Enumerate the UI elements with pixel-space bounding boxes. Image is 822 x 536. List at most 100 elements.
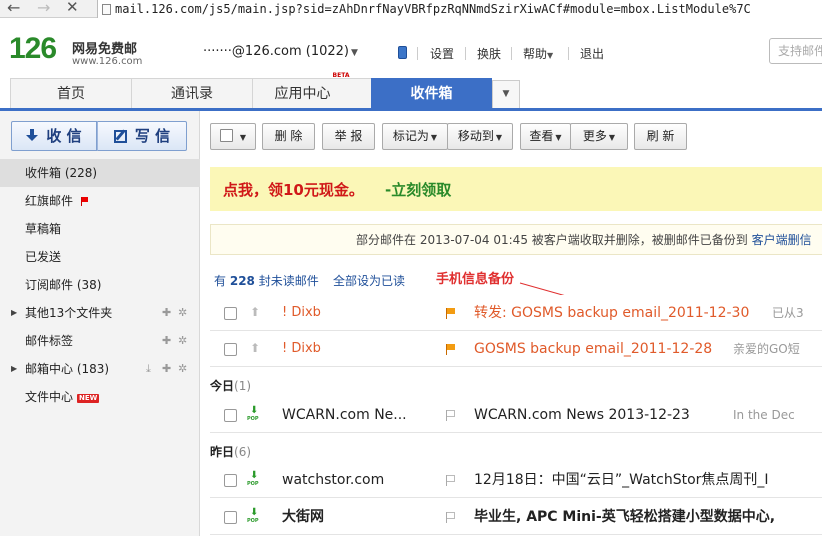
gear-icon[interactable]: ✲: [178, 327, 187, 355]
mail-row[interactable]: ⬇ POP WCARN.com Ne... WCARN.com News 2013…: [210, 397, 822, 433]
add-icon[interactable]: ✚: [162, 327, 171, 355]
url-field[interactable]: mail.126.com/js5/main.jsp?sid=zAhDnrfNay…: [97, 0, 822, 18]
deletion-notice: 部分邮件在 2013-07-04 01:45 被客户端收取并删除，被删邮件已备份…: [210, 224, 822, 255]
sidebar-item-label: 订阅邮件 (38): [25, 278, 102, 292]
settings-link[interactable]: 设置: [430, 45, 454, 62]
mail-checkbox[interactable]: [224, 409, 237, 422]
logo-number[interactable]: 126: [9, 33, 57, 65]
mark-as-button[interactable]: 标记为 ▼: [382, 123, 448, 150]
chevron-down-icon: ▼: [495, 133, 503, 142]
receive-label: 收 信: [46, 127, 82, 145]
receive-button[interactable]: 收 信: [11, 121, 97, 151]
select-all-dropdown[interactable]: ▼: [210, 123, 256, 150]
tab-more-dropdown[interactable]: ▼: [492, 80, 520, 109]
compose-button[interactable]: 写 信: [97, 121, 187, 151]
gear-icon[interactable]: ✲: [178, 355, 187, 383]
mail-row[interactable]: ⬆ ! Dixb GOSMS backup email_2011-12-28 亲…: [210, 331, 822, 367]
mail-preview: 已从3: [772, 306, 804, 320]
flag-icon[interactable]: [446, 308, 456, 319]
tab-app-center[interactable]: 应用中心BETA: [252, 72, 372, 109]
mail-checkbox[interactable]: [224, 307, 237, 320]
mail-preview: In the Dec: [733, 408, 795, 422]
promo-text[interactable]: 点我，领10元现金。: [223, 179, 364, 200]
select-all-checkbox[interactable]: [219, 129, 233, 142]
tab-inbox[interactable]: 收件箱: [371, 78, 492, 109]
divider: [465, 47, 466, 60]
promo-link[interactable]: -立刻领取: [385, 179, 451, 200]
gear-icon[interactable]: ✲: [178, 299, 187, 327]
url-text: mail.126.com/js5/main.jsp?sid=zAhDnrfNay…: [115, 2, 751, 16]
sidebar-item-subscriptions[interactable]: 订阅邮件 (38): [0, 271, 200, 299]
client-deleted-link[interactable]: 客户端删信: [752, 233, 812, 247]
priority-icon: ⬆: [250, 341, 261, 355]
mail-checkbox[interactable]: [224, 511, 237, 524]
add-icon[interactable]: ✚: [162, 299, 171, 327]
sidebar-item-flagged[interactable]: 红旗邮件: [0, 187, 200, 215]
sidebar-item-inbox[interactable]: 收件箱 (228): [0, 159, 200, 187]
logout-link[interactable]: 退出: [580, 45, 604, 62]
sidebar-item-labels[interactable]: 邮件标签 ✚ ✲: [0, 327, 200, 355]
report-button[interactable]: 举 报: [322, 123, 375, 150]
flag-icon[interactable]: [446, 475, 456, 486]
back-icon[interactable]: ←: [7, 0, 20, 17]
new-badge: NEW: [77, 394, 100, 403]
support-search-input[interactable]: 支持邮件: [769, 38, 822, 64]
phone-icon[interactable]: [398, 46, 407, 59]
annotation-label: 手机信息备份: [436, 272, 515, 287]
expand-icon[interactable]: ▶: [11, 299, 17, 327]
sidebar-item-drafts[interactable]: 草稿箱: [0, 215, 200, 243]
tab-home[interactable]: 首页: [10, 78, 132, 109]
divider: [417, 47, 418, 60]
help-label: 帮助: [523, 47, 548, 61]
flag-icon[interactable]: [446, 512, 456, 523]
sidebar-item-label: 已发送: [25, 250, 62, 264]
refresh-button[interactable]: 刷 新: [634, 123, 687, 150]
tab-contacts[interactable]: 通讯录: [131, 78, 253, 109]
delete-button[interactable]: 删 除: [262, 123, 315, 150]
mark-as-label: 标记为: [392, 129, 429, 143]
move-to-button[interactable]: 移动到 ▼: [447, 123, 513, 150]
notice-text: 部分邮件在 2013-07-04 01:45 被客户端收取并删除，被删邮件已备份…: [356, 233, 752, 247]
flag-icon[interactable]: [446, 410, 456, 421]
flag-icon[interactable]: [446, 344, 456, 355]
unread-count: 228: [229, 274, 255, 288]
compose-label: 写 信: [134, 127, 171, 145]
skin-link[interactable]: 换肤: [477, 45, 501, 62]
group-label: 昨日: [210, 445, 235, 459]
sidebar-item-label: 收件箱 (228): [25, 166, 98, 180]
unread-summary[interactable]: 有 228 封未读邮件: [214, 272, 319, 289]
view-button[interactable]: 查看 ▼: [520, 123, 571, 150]
mail-subject: WCARN.com News 2013-12-23: [474, 407, 690, 423]
chevron-down-icon: ▼: [547, 51, 554, 60]
mail-checkbox[interactable]: [224, 343, 237, 356]
mail-checkbox[interactable]: [224, 474, 237, 487]
sidebar-item-mailbox-center[interactable]: ▶ 邮箱中心 (183) ⤓ ✚ ✲: [0, 355, 200, 383]
sidebar-item-other-folders[interactable]: ▶ 其他13个文件夹 ✚ ✲: [0, 299, 200, 327]
red-flag-icon: [81, 197, 89, 206]
mail-row[interactable]: ⬇ POP 大街网 毕业生, APC Mini-英飞轻松搭建小型数据中心,: [210, 499, 822, 535]
stop-icon[interactable]: ✕: [66, 0, 79, 16]
mail-sender: 大街网: [282, 509, 324, 525]
logo-site: www.126.com: [72, 56, 143, 67]
download-icon[interactable]: ⤓: [146, 355, 151, 383]
help-link[interactable]: 帮助▼: [523, 45, 553, 62]
expand-icon[interactable]: ▶: [11, 355, 17, 383]
pop-icon: ⬇ POP: [247, 507, 259, 525]
priority-icon: ⬆: [250, 305, 261, 319]
mail-row[interactable]: ⬆ ! Dixb 转发: GOSMS backup email_2011-12-…: [210, 295, 822, 331]
sidebar-item-file-center[interactable]: 文件中心 NEW: [0, 383, 200, 411]
mail-row[interactable]: ⬇ POP watchstor.com 12月18日：中国“云日”_WatchSt…: [210, 462, 822, 498]
sidebar-item-label: 邮件标签: [25, 334, 74, 348]
account-menu[interactable]: ·······@126.com (1022) ▼: [203, 44, 358, 59]
group-count: (1): [234, 379, 252, 393]
pop-icon: ⬇ POP: [247, 470, 259, 488]
more-button[interactable]: 更多 ▼: [570, 123, 628, 150]
mark-all-read-link[interactable]: 全部设为已读: [333, 272, 405, 289]
sidebar-item-sent[interactable]: 已发送: [0, 243, 200, 271]
chevron-down-icon: ▼: [608, 133, 616, 142]
add-icon[interactable]: ✚: [162, 355, 171, 383]
forward-icon[interactable]: →: [37, 0, 50, 17]
more-label: 更多: [582, 129, 607, 143]
mail-sender: ! Dixb: [282, 305, 321, 320]
sidebar-item-label: 其他13个文件夹: [25, 306, 113, 320]
